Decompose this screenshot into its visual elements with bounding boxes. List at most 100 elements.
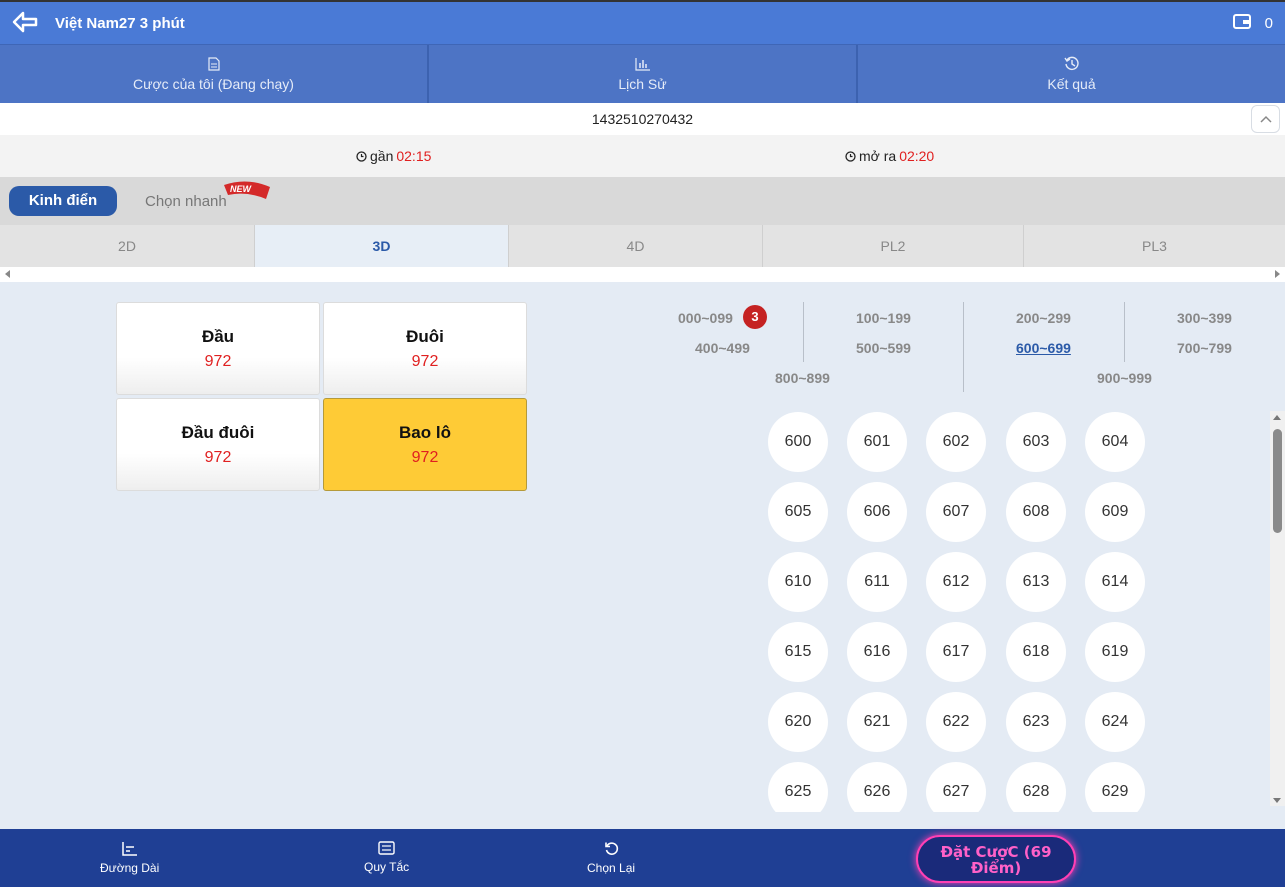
nav-my-bets-label: Cược của tôi (Đang chạy) <box>133 75 294 92</box>
nav-my-bets[interactable]: Cược của tôi (Đang chạy) <box>0 45 429 103</box>
number-ball[interactable]: 623 <box>1006 692 1066 752</box>
scroll-down-icon[interactable] <box>1273 798 1281 803</box>
nav-results-label: Kết quả <box>1047 76 1096 92</box>
tab-pl3[interactable]: PL3 <box>1024 225 1285 267</box>
number-ball[interactable]: 615 <box>768 622 828 682</box>
number-ball[interactable]: 620 <box>768 692 828 752</box>
number-ball[interactable]: 600 <box>768 412 828 472</box>
tab-2d[interactable]: 2D <box>0 225 255 267</box>
scroll-left-icon[interactable] <box>5 270 10 278</box>
number-ball[interactable]: 625 <box>768 762 828 812</box>
clock-icon <box>845 150 856 162</box>
number-ball[interactable]: 601 <box>847 412 907 472</box>
rules-label: Quy Tắc <box>364 860 410 874</box>
bet-type-name: Bao lô <box>399 423 451 442</box>
range-divider <box>803 302 804 362</box>
range-900-999[interactable]: 900~999 <box>1097 370 1152 386</box>
number-ball[interactable]: 611 <box>847 552 907 612</box>
tab-3d[interactable]: 3D <box>255 225 509 267</box>
range-200-299[interactable]: 200~299 <box>1016 310 1071 326</box>
range-divider <box>1124 302 1125 362</box>
close-timer-value: 02:15 <box>396 148 432 164</box>
open-timer: mở ra 02:20 <box>845 148 934 164</box>
place-bet-button[interactable]: Đặt CượC (69 Điểm) <box>916 835 1076 883</box>
chart-icon <box>634 57 650 71</box>
range-count-badge: 3 <box>743 305 767 329</box>
number-ball[interactable]: 621 <box>847 692 907 752</box>
mode-quick-button[interactable]: Chọn nhanh <box>145 193 227 210</box>
bet-type-dau[interactable]: Đầu 972 <box>116 302 320 395</box>
range-300-399[interactable]: 300~399 <box>1177 310 1232 326</box>
range-divider <box>963 302 964 392</box>
rules-button[interactable]: Quy Tắc <box>364 841 409 874</box>
bet-type-dau-duoi[interactable]: Đầu đuôi 972 <box>116 398 320 491</box>
number-ball[interactable]: 604 <box>1085 412 1145 472</box>
trend-button[interactable]: Đường Dài <box>100 841 159 875</box>
number-ball[interactable]: 606 <box>847 482 907 542</box>
number-ball[interactable]: 626 <box>847 762 907 812</box>
number-ball[interactable]: 603 <box>1006 412 1066 472</box>
bet-type-bao-lo[interactable]: Bao lô 972 <box>323 398 527 491</box>
number-ball[interactable]: 605 <box>768 482 828 542</box>
nav-history[interactable]: Lịch Sử <box>429 45 858 103</box>
close-timer: gần 02:15 <box>356 148 431 164</box>
scroll-right-icon[interactable] <box>1275 270 1280 278</box>
back-arrow-icon[interactable] <box>12 10 38 34</box>
nav-history-label: Lịch Sử <box>618 75 667 92</box>
number-ball[interactable]: 614 <box>1085 552 1145 612</box>
vertical-scrollbar[interactable] <box>1270 411 1285 806</box>
number-ball[interactable]: 610 <box>768 552 828 612</box>
bet-type-duoi[interactable]: Đuôi 972 <box>323 302 527 395</box>
scroll-up-icon[interactable] <box>1273 415 1281 420</box>
mode-classic-button[interactable]: Kinh điển <box>9 186 117 216</box>
range-700-799[interactable]: 700~799 <box>1177 340 1232 356</box>
range-500-599[interactable]: 500~599 <box>856 340 911 356</box>
draw-id-bar: 1432510270432 <box>0 103 1285 135</box>
number-ball[interactable]: 618 <box>1006 622 1066 682</box>
tab-4d[interactable]: 4D <box>509 225 763 267</box>
horizontal-scrollbar[interactable] <box>0 267 1285 282</box>
new-badge: NEW <box>224 181 270 199</box>
refresh-icon <box>604 842 618 855</box>
number-ball[interactable]: 619 <box>1085 622 1145 682</box>
place-bet-label-line2: Điểm) <box>970 859 1022 877</box>
number-ball[interactable]: 628 <box>1006 762 1066 812</box>
number-ball[interactable]: 609 <box>1085 482 1145 542</box>
bet-type-odds: 972 <box>411 353 439 370</box>
number-ball[interactable]: 627 <box>926 762 986 812</box>
wallet-icon <box>1233 14 1251 29</box>
clock-icon <box>356 150 367 162</box>
range-800-899[interactable]: 800~899 <box>775 370 830 386</box>
number-ball[interactable]: 624 <box>1085 692 1145 752</box>
tab-pl2[interactable]: PL2 <box>763 225 1024 267</box>
number-ball[interactable]: 617 <box>926 622 986 682</box>
number-ball[interactable]: 612 <box>926 552 986 612</box>
number-ball[interactable]: 613 <box>1006 552 1066 612</box>
range-400-499[interactable]: 400~499 <box>695 340 750 356</box>
history-icon <box>1063 56 1079 70</box>
app-header: Việt Nam27 3 phút 0 <box>0 0 1285 44</box>
number-ball[interactable]: 602 <box>926 412 986 472</box>
svg-text:NEW: NEW <box>230 184 253 194</box>
number-ball[interactable]: 608 <box>1006 482 1066 542</box>
nav-results[interactable]: Kết quả <box>858 45 1285 103</box>
close-timer-label: gần <box>370 148 394 164</box>
reset-label: Chọn Lại <box>587 861 636 875</box>
number-grid: 600 601 602 603 604 605 606 607 608 609 … <box>768 412 1168 812</box>
range-100-199[interactable]: 100~199 <box>856 310 911 326</box>
bet-type-name: Đầu <box>201 327 235 346</box>
number-ball[interactable]: 616 <box>847 622 907 682</box>
timer-bar: gần 02:15 mở ra 02:20 <box>0 135 1285 177</box>
top-nav: Cược của tôi (Đang chạy) Lịch Sử Kết quả <box>0 44 1285 103</box>
balance-value: 0 <box>1264 15 1273 32</box>
scrollbar-thumb[interactable] <box>1273 429 1282 533</box>
reset-button[interactable]: Chọn Lại <box>587 841 635 875</box>
bet-type-odds: 972 <box>204 449 232 466</box>
bet-type-name: Đầu đuôi <box>181 423 255 442</box>
range-000-099[interactable]: 000~099 <box>678 310 733 326</box>
range-600-699[interactable]: 600~699 <box>1016 340 1071 356</box>
number-ball[interactable]: 607 <box>926 482 986 542</box>
collapse-button[interactable] <box>1251 105 1280 133</box>
number-ball[interactable]: 622 <box>926 692 986 752</box>
number-ball[interactable]: 629 <box>1085 762 1145 812</box>
